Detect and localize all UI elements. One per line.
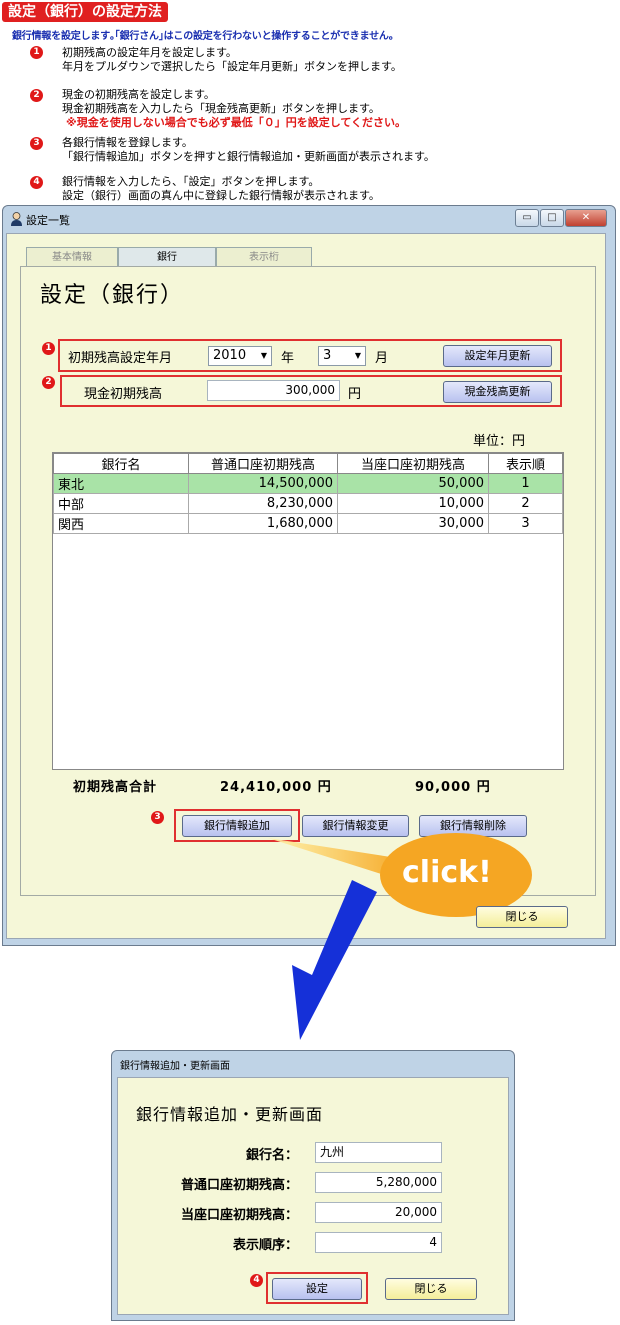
order-input[interactable]: 4	[315, 1232, 442, 1253]
order-label: 表示順序：	[232, 1238, 298, 1253]
bank-name-input[interactable]: 九州	[315, 1142, 442, 1163]
ok-button[interactable]: 設定	[272, 1278, 362, 1300]
checking-input[interactable]: 20,000	[315, 1202, 442, 1223]
step-badge: 4	[250, 1274, 263, 1287]
savings-label: 普通口座初期残高：	[180, 1178, 298, 1193]
dialog-close-button[interactable]: 閉じる	[385, 1278, 477, 1300]
close-button[interactable]: 閉じる	[476, 906, 568, 928]
dialog-title: 銀行情報追加・更新画面	[120, 1061, 230, 1072]
savings-input[interactable]: 5,280,000	[315, 1172, 442, 1193]
arrow-down-icon	[292, 880, 377, 1040]
checking-label: 当座口座初期残高：	[180, 1208, 298, 1223]
bank-name-label: 銀行名：	[245, 1148, 298, 1163]
click-label: click!	[402, 855, 492, 890]
dialog-heading: 銀行情報追加・更新画面	[136, 1105, 324, 1124]
